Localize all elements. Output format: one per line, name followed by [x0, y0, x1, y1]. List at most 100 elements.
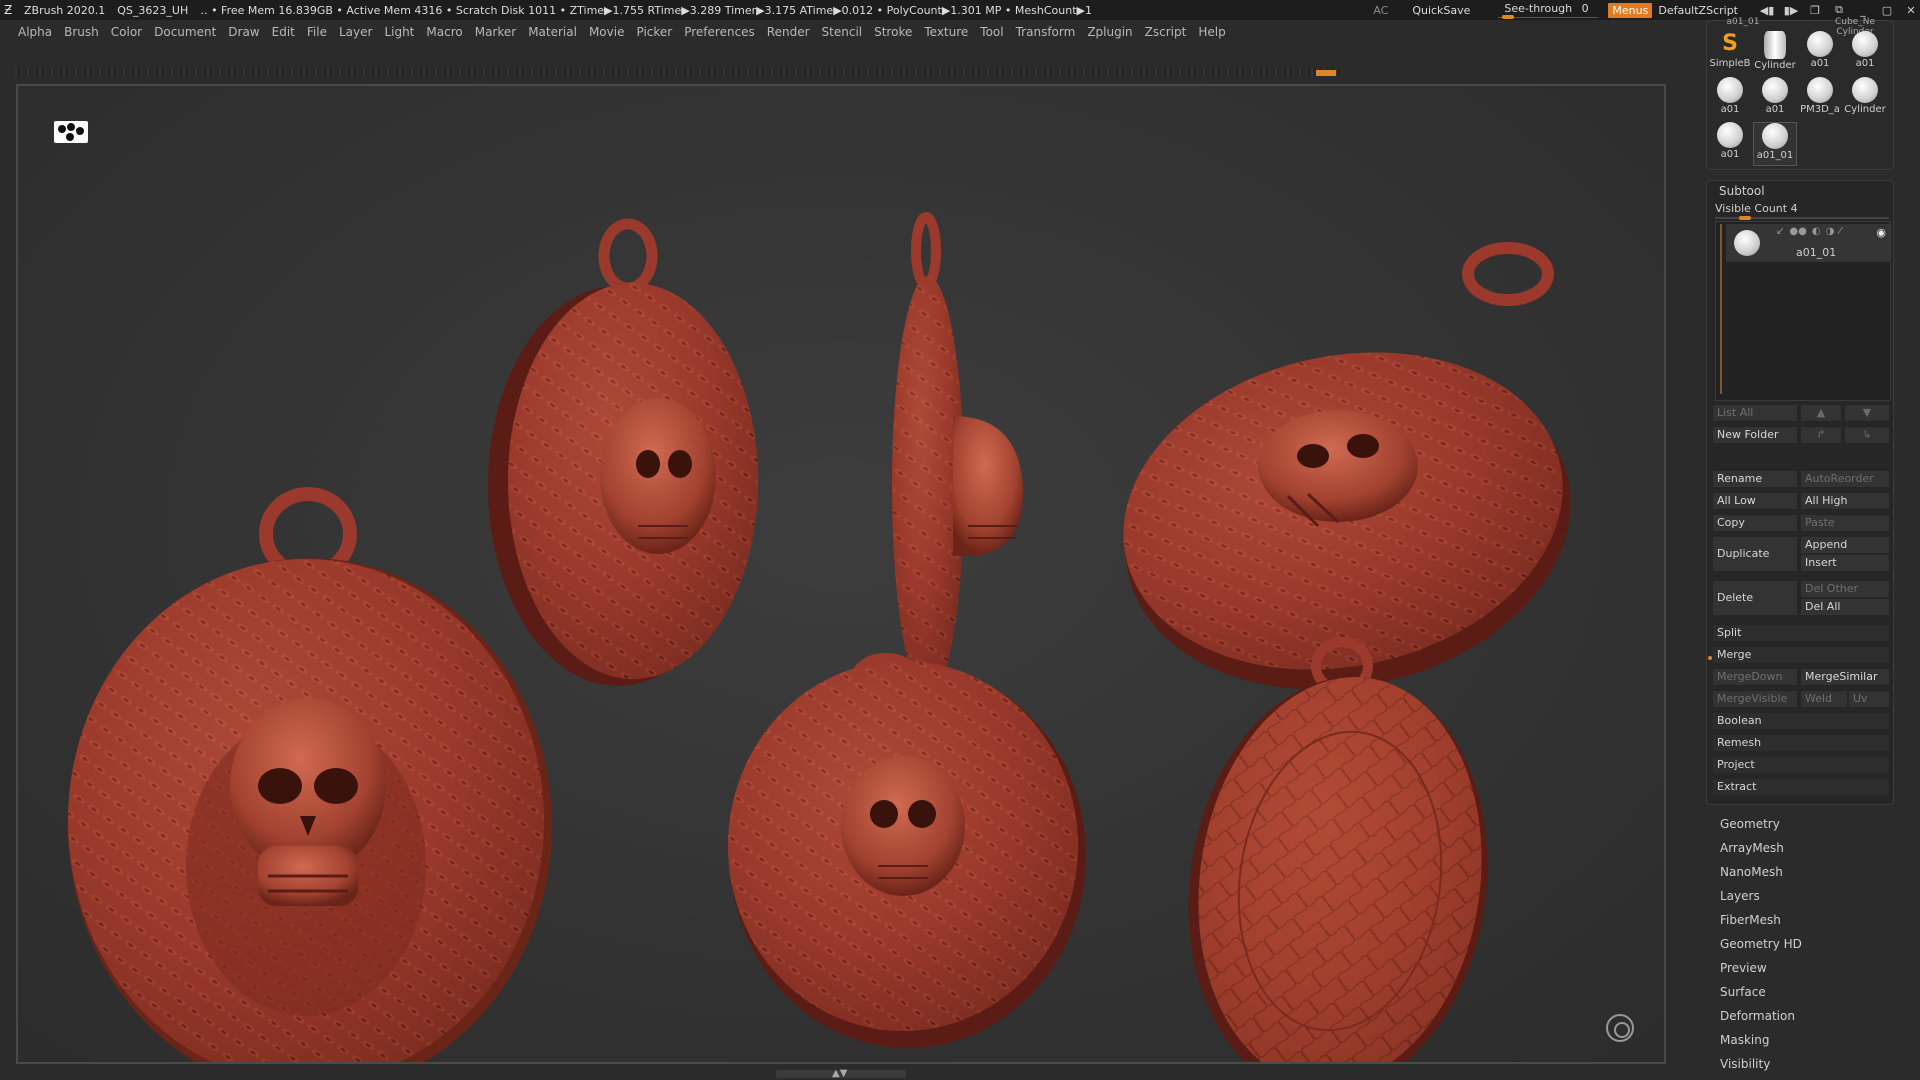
- menus-toggle-button[interactable]: Menus: [1608, 2, 1653, 18]
- subpalette-geometry-hd[interactable]: Geometry HD: [1720, 932, 1890, 956]
- all-low-button[interactable]: All Low: [1713, 493, 1797, 509]
- subpalette-masking[interactable]: Masking: [1720, 1028, 1890, 1052]
- menu-material[interactable]: Material: [522, 25, 583, 39]
- see-through-slider[interactable]: See-through 0: [1498, 2, 1599, 19]
- minimize-icon[interactable]: _: [1854, 4, 1872, 17]
- remesh-section[interactable]: Remesh: [1713, 735, 1889, 751]
- subpalette-fibermesh[interactable]: FiberMesh: [1720, 908, 1890, 932]
- del-all-button[interactable]: Del All: [1801, 599, 1889, 615]
- tool-thumb-cylinder[interactable]: Cylinder: [1753, 31, 1797, 75]
- split-section[interactable]: Split: [1713, 625, 1889, 641]
- menu-preferences[interactable]: Preferences: [678, 25, 761, 39]
- tool-thumb-a01-3[interactable]: a01: [1708, 77, 1752, 121]
- menu-document[interactable]: Document: [148, 25, 222, 39]
- tool-thumb-a01-1[interactable]: a01: [1798, 31, 1842, 75]
- canvas-viewport[interactable]: [16, 84, 1666, 1064]
- menu-stroke[interactable]: Stroke: [868, 25, 918, 39]
- copy-button[interactable]: Copy: [1713, 515, 1797, 531]
- tool-thumb-cylinder-2[interactable]: Cylinder: [1843, 77, 1887, 121]
- menu-layer[interactable]: Layer: [333, 25, 378, 39]
- move-up-icon[interactable]: ↱: [1801, 427, 1841, 443]
- merge-visible-button[interactable]: MergeVisible: [1713, 691, 1797, 707]
- menu-color[interactable]: Color: [105, 25, 148, 39]
- menu-marker[interactable]: Marker: [469, 25, 522, 39]
- menu-light[interactable]: Light: [378, 25, 420, 39]
- subpalette-nanomesh[interactable]: NanoMesh: [1720, 860, 1890, 884]
- tool-thumb-a01-4[interactable]: a01: [1753, 77, 1797, 121]
- layout-alt-icon[interactable]: ▮▶: [1782, 4, 1800, 17]
- move-down-icon[interactable]: ↳: [1845, 427, 1889, 443]
- see-through-knob[interactable]: [1502, 15, 1515, 19]
- subpalette-surface[interactable]: Surface: [1720, 980, 1890, 1004]
- auto-reorder-button[interactable]: AutoReorder: [1801, 471, 1889, 487]
- new-folder-button[interactable]: New Folder: [1713, 427, 1797, 443]
- del-other-button[interactable]: Del Other: [1801, 581, 1889, 597]
- list-all-button[interactable]: List All: [1713, 405, 1797, 421]
- tool-thumb-a01-01-selected[interactable]: a01_01: [1753, 122, 1797, 166]
- subtool-title[interactable]: Subtool: [1719, 184, 1765, 198]
- menu-zplugin[interactable]: Zplugin: [1081, 25, 1138, 39]
- quicksave-button[interactable]: QuickSave: [1412, 4, 1470, 17]
- tool-thumb-pm3d[interactable]: PM3D_a: [1798, 77, 1842, 121]
- delete-button[interactable]: Delete: [1713, 581, 1797, 615]
- boolean-section[interactable]: Boolean: [1713, 713, 1889, 729]
- navigation-gizmo-icon[interactable]: [1606, 1014, 1634, 1042]
- paste-button[interactable]: Paste: [1801, 515, 1889, 531]
- uv-toggle[interactable]: Uv: [1849, 691, 1889, 707]
- merge-similar-button[interactable]: MergeSimilar: [1801, 669, 1889, 685]
- timeline-strip[interactable]: [15, 68, 1340, 76]
- visible-count-knob[interactable]: [1739, 216, 1751, 220]
- merge-section[interactable]: Merge: [1713, 647, 1889, 663]
- tool-thumb-a01-2[interactable]: a01: [1843, 31, 1887, 75]
- subtool-list-scrollbar[interactable]: [1720, 224, 1722, 394]
- subpalette-geometry[interactable]: Geometry: [1720, 812, 1890, 836]
- timeline-marker[interactable]: [1316, 70, 1336, 76]
- subpalette-arraymesh[interactable]: ArrayMesh: [1720, 836, 1890, 860]
- close-icon[interactable]: ✕: [1902, 4, 1920, 17]
- subtool-item[interactable]: ↙ ●● ◐ ◑ ⁄ ◉ a01_01: [1726, 224, 1890, 262]
- menu-macro[interactable]: Macro: [420, 25, 468, 39]
- arrow-down-icon[interactable]: ▼: [1845, 405, 1889, 421]
- append-button[interactable]: Append: [1801, 537, 1889, 553]
- folder-icon[interactable]: ◐: [1812, 226, 1821, 237]
- eye-icon[interactable]: ◉: [1876, 226, 1886, 239]
- project-section[interactable]: Project: [1713, 757, 1889, 773]
- mask-icon[interactable]: ◑: [1826, 226, 1835, 237]
- menu-picker[interactable]: Picker: [630, 25, 678, 39]
- menu-tool[interactable]: Tool: [974, 25, 1009, 39]
- menu-edit[interactable]: Edit: [266, 25, 301, 39]
- all-high-button[interactable]: All High: [1801, 493, 1889, 509]
- window-cascade-icon[interactable]: ⧉: [1830, 3, 1848, 17]
- polypaint-icon[interactable]: ●●: [1789, 226, 1806, 237]
- rename-button[interactable]: Rename: [1713, 471, 1797, 487]
- bottom-tray-handle[interactable]: ▲▼: [776, 1068, 906, 1079]
- menu-stencil[interactable]: Stencil: [816, 25, 869, 39]
- arrow-up-icon[interactable]: ▲: [1801, 405, 1841, 421]
- brush-icon[interactable]: ⁄: [1839, 226, 1841, 237]
- menu-texture[interactable]: Texture: [918, 25, 974, 39]
- tool-thumb-simpleb[interactable]: S SimpleB: [1708, 31, 1752, 75]
- duplicate-button[interactable]: Duplicate: [1713, 537, 1797, 571]
- ac-toggle[interactable]: AC: [1373, 4, 1388, 17]
- arrow-icon[interactable]: ↙: [1776, 226, 1784, 237]
- subpalette-deformation[interactable]: Deformation: [1720, 1004, 1890, 1028]
- menu-draw[interactable]: Draw: [222, 25, 265, 39]
- default-zscript-button[interactable]: DefaultZScript: [1658, 4, 1738, 17]
- menu-help[interactable]: Help: [1192, 25, 1231, 39]
- menu-transform[interactable]: Transform: [1010, 25, 1082, 39]
- subpalette-layers[interactable]: Layers: [1720, 884, 1890, 908]
- layout-icon[interactable]: ◀▮: [1758, 4, 1776, 17]
- menu-file[interactable]: File: [301, 25, 333, 39]
- subpalette-preview[interactable]: Preview: [1720, 956, 1890, 980]
- menu-render[interactable]: Render: [761, 25, 816, 39]
- insert-button[interactable]: Insert: [1801, 555, 1889, 571]
- merge-down-button[interactable]: MergeDown: [1713, 669, 1797, 685]
- menu-movie[interactable]: Movie: [583, 25, 631, 39]
- menu-brush[interactable]: Brush: [58, 25, 105, 39]
- tool-thumb-a01-5[interactable]: a01: [1708, 122, 1752, 166]
- weld-toggle[interactable]: Weld: [1801, 691, 1847, 707]
- window-tile-icon[interactable]: ❐: [1806, 4, 1824, 17]
- menu-zscript[interactable]: Zscript: [1139, 25, 1193, 39]
- extract-section[interactable]: Extract: [1713, 779, 1889, 795]
- subpalette-visibility[interactable]: Visibility: [1720, 1052, 1890, 1076]
